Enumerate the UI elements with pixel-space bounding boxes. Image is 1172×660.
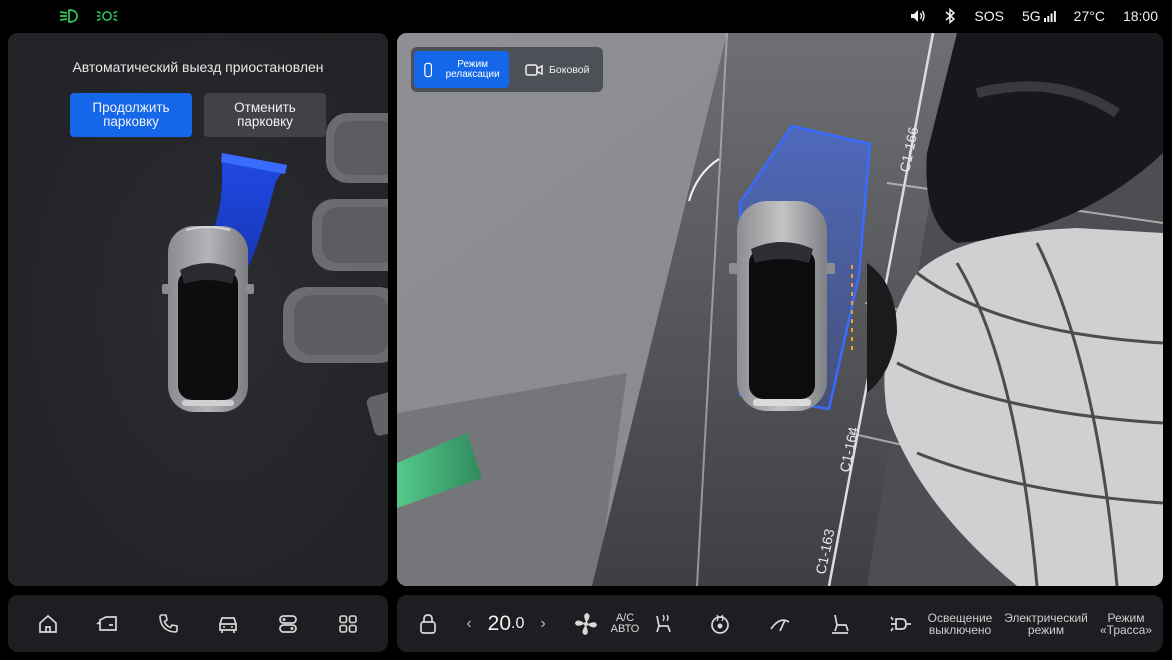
- phone-icon: [159, 613, 178, 633]
- cancel-parking-button[interactable]: Отменить парковку: [204, 93, 326, 137]
- ego-car: [162, 226, 254, 412]
- cabin-temperature: 20.0: [481, 595, 531, 652]
- temperature-integer: 20: [487, 611, 511, 635]
- dock-vehicle-button[interactable]: [208, 604, 248, 644]
- auto-label: АВТО: [610, 622, 640, 635]
- dock-phone-button[interactable]: [148, 604, 188, 644]
- camera-view: C1-166 C1-164 C1-163 Режим релаксации Бо…: [397, 33, 1163, 586]
- fan-icon: [575, 612, 597, 635]
- apps-grid-icon: [339, 614, 357, 633]
- signal-bars-icon: [1043, 10, 1056, 22]
- steering-heat-button[interactable]: [703, 595, 737, 652]
- fan-button[interactable]: [569, 595, 603, 652]
- ego-car: [729, 201, 835, 411]
- relaxation-mode-label: Режим релаксации: [445, 58, 500, 80]
- seat-adjust-button[interactable]: [823, 595, 857, 652]
- dock-home-button[interactable]: [28, 604, 68, 644]
- indicator-lights: [58, 7, 118, 25]
- parked-car: [326, 113, 388, 183]
- ac-auto-button[interactable]: A/C АВТО: [605, 595, 645, 652]
- parking-panel: Автоматический выезд приостановлен Продо…: [8, 33, 388, 586]
- ac-label: A/C: [615, 611, 635, 624]
- network-label: 5G: [1021, 8, 1041, 24]
- car-door-icon: [96, 615, 117, 631]
- network-indicator: 5G: [1022, 8, 1056, 24]
- dock-controls-button[interactable]: [268, 604, 308, 644]
- highway-mode-button[interactable]: Режим «Трасса»: [1095, 595, 1157, 652]
- controls-icon: [279, 614, 297, 633]
- wiper-icon: [770, 618, 790, 631]
- steering-heat-icon: [711, 614, 729, 634]
- parked-car: [312, 199, 388, 271]
- temperature-increase-button[interactable]: ›: [533, 595, 553, 652]
- home-icon: [39, 614, 57, 633]
- clock: 18:00: [1122, 8, 1158, 24]
- outside-temperature: 27°C: [1073, 8, 1105, 24]
- camera-icon: [525, 63, 543, 76]
- charging-plug-icon: [890, 616, 911, 631]
- relaxation-mode-button[interactable]: Режим релаксации: [414, 51, 509, 88]
- climate-bar: ‹ 20.0 › A/C АВТО Освещение выключено Эл…: [397, 595, 1163, 652]
- lock-button[interactable]: [411, 595, 445, 652]
- seat-heat-button[interactable]: [647, 595, 679, 652]
- side-view-button[interactable]: Боковой: [525, 51, 599, 88]
- surround-camera-image: C1-166 C1-164 C1-163: [397, 33, 1163, 586]
- dock-apps-button[interactable]: [328, 604, 368, 644]
- car-icon: [219, 616, 237, 633]
- side-view-label: Боковой: [549, 63, 590, 76]
- sos-label[interactable]: SOS: [974, 8, 1004, 24]
- continue-parking-button[interactable]: Продолжить парковку: [70, 93, 192, 137]
- parking-scene: [8, 33, 388, 586]
- parking-status-message: Автоматический выезд приостановлен: [72, 59, 324, 75]
- seat-adjust-icon: [832, 614, 849, 634]
- lights-off-button[interactable]: Освещение выключено: [925, 595, 995, 652]
- volume-icon[interactable]: [910, 9, 926, 23]
- status-bar: SOS 5G 27°C 18:00: [0, 0, 1172, 32]
- parked-car: [283, 287, 388, 363]
- app-dock: [8, 595, 388, 652]
- charging-button[interactable]: [883, 595, 917, 652]
- temperature-decrease-button[interactable]: ‹: [459, 595, 479, 652]
- view-mode-selector: Режим релаксации Боковой: [411, 47, 603, 92]
- parking-lights-icon: [96, 10, 118, 22]
- car-top-icon: [424, 62, 433, 77]
- electric-mode-button[interactable]: Электрический режим: [999, 595, 1093, 652]
- seat-heat-icon: [656, 614, 671, 632]
- low-beam-icon: [59, 9, 78, 23]
- lock-icon: [420, 613, 436, 634]
- bluetooth-icon[interactable]: [944, 8, 956, 24]
- dock-car-door-button[interactable]: [88, 604, 128, 644]
- wiper-button[interactable]: [763, 595, 797, 652]
- temperature-decimal: .0: [511, 614, 525, 632]
